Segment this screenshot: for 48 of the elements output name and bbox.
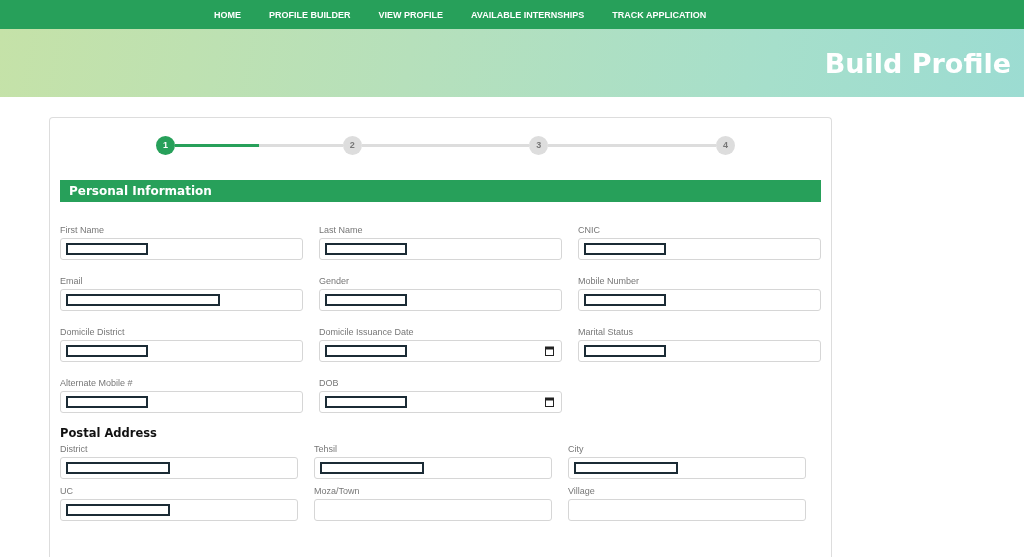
field-label: Moza/Town [314,486,361,498]
input-field[interactable] [568,499,806,521]
date-field[interactable] [319,340,562,362]
input-field[interactable] [568,457,806,479]
input-field[interactable] [319,289,562,311]
field-label: Marital Status [578,327,635,339]
nav-link[interactable]: HOME [214,9,241,20]
field-label: Last Name [319,225,364,237]
input-field[interactable] [578,340,821,362]
field-label: Village [568,486,596,498]
field-label: DOB [319,378,340,390]
date-field[interactable] [319,391,562,413]
calendar-icon[interactable] [545,397,554,407]
field-label: UC [60,486,74,498]
input-field[interactable] [60,457,298,479]
input-field[interactable] [60,499,298,521]
field-label: Mobile Number [578,276,641,288]
step-indicator[interactable]: 1 [156,135,175,155]
field-label: First Name [60,225,105,237]
input-field[interactable] [60,289,303,311]
nav-link[interactable]: VIEW PROFILE [378,9,444,20]
step-indicator[interactable]: 3 [529,135,549,155]
input-field[interactable] [578,289,821,311]
section-heading: Postal Address [60,426,158,440]
field-label: City [568,444,585,456]
field-label: Tehsil [314,444,338,456]
nav-link[interactable]: PROFILE BUILDER [269,9,351,20]
field-label: Alternate Mobile # [60,378,134,390]
nav-link[interactable]: TRACK APPLICATION [612,9,707,20]
field-label: CNIC [578,225,601,237]
input-field[interactable] [60,238,303,260]
calendar-icon[interactable] [545,346,554,356]
step-indicator[interactable]: 2 [342,135,362,155]
input-field[interactable] [314,457,552,479]
input-field[interactable] [314,499,552,521]
input-field[interactable] [60,391,303,413]
field-label: Domicile District [60,327,126,339]
input-field[interactable] [60,340,303,362]
input-field[interactable] [578,238,821,260]
field-label: Domicile Issuance Date [319,327,415,339]
page-title: Build Profile [824,47,1011,79]
nav-link[interactable]: AVAILABLE INTERNSHIPS [471,9,585,20]
field-label: Gender [319,276,351,288]
section-header: Personal Information [60,180,821,202]
input-field[interactable] [319,238,562,260]
field-label: Email [60,276,84,288]
step-indicator[interactable]: 4 [716,135,735,155]
field-label: District [60,444,89,456]
